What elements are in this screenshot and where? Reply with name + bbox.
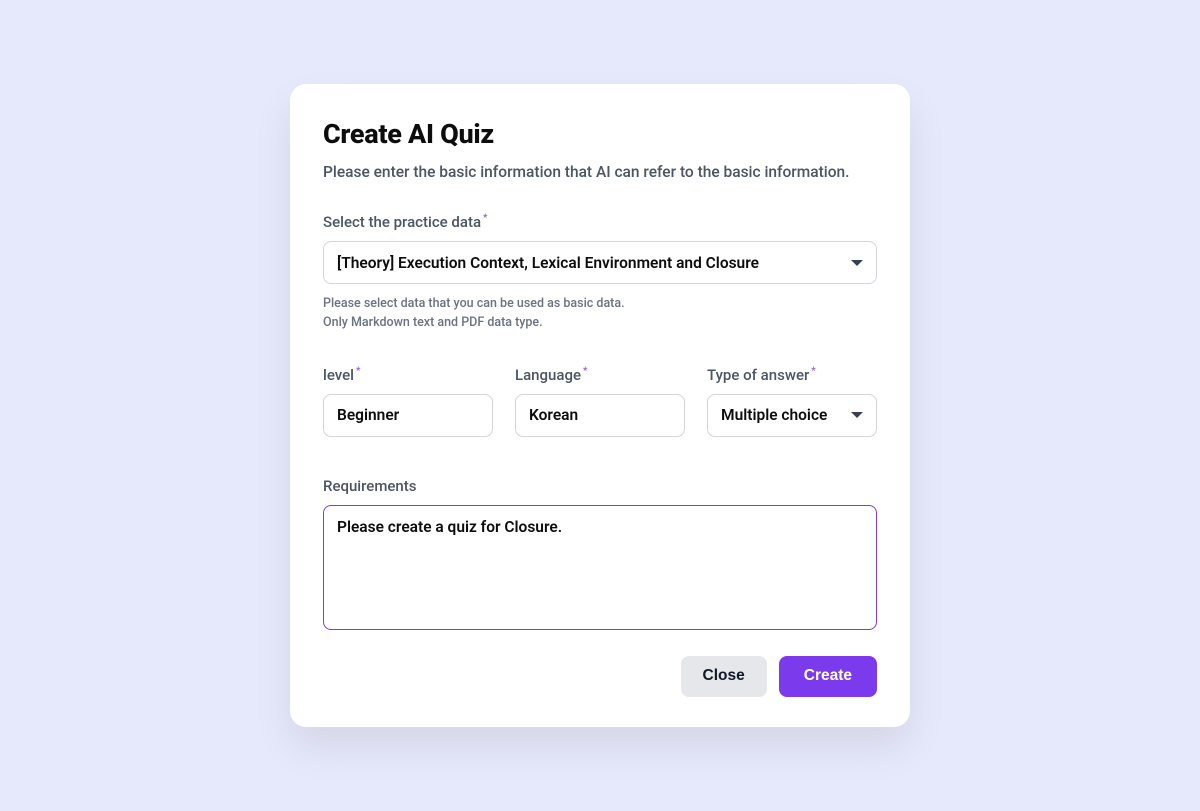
answer-type-field-group: Type of answer* Multiple choice [707, 366, 877, 437]
language-select[interactable]: Korean [515, 394, 685, 437]
chevron-down-icon [851, 260, 863, 266]
required-mark: * [356, 366, 360, 377]
help-line: Only Markdown text and PDF data type. [323, 314, 877, 332]
language-label: Language* [515, 366, 685, 384]
requirements-field-group: Requirements [323, 477, 877, 634]
answer-type-label: Type of answer* [707, 366, 877, 384]
options-row: level* Beginner Language* Korean Type of… [323, 366, 877, 437]
create-quiz-modal: Create AI Quiz Please enter the basic in… [290, 84, 910, 726]
language-label-text: Language [515, 366, 581, 384]
practice-data-field-group: Select the practice data* [Theory] Execu… [323, 213, 877, 331]
level-label-text: level [323, 366, 354, 384]
modal-title: Create AI Quiz [323, 118, 877, 150]
chevron-down-icon [851, 412, 863, 418]
practice-data-label-text: Select the practice data [323, 213, 481, 231]
required-mark: * [583, 366, 587, 377]
practice-data-select-value: [Theory] Execution Context, Lexical Envi… [323, 241, 877, 284]
modal-subtitle: Please enter the basic information that … [323, 163, 877, 181]
create-button[interactable]: Create [779, 656, 877, 697]
required-mark: * [483, 213, 487, 224]
practice-data-help: Please select data that you can be used … [323, 295, 877, 331]
level-field-group: level* Beginner [323, 366, 493, 437]
answer-type-select[interactable]: Multiple choice [707, 394, 877, 437]
answer-type-label-text: Type of answer [707, 366, 809, 384]
practice-data-select[interactable]: [Theory] Execution Context, Lexical Envi… [323, 241, 877, 284]
language-field-group: Language* Korean [515, 366, 685, 437]
level-select-value: Beginner [323, 394, 493, 437]
requirements-label: Requirements [323, 477, 877, 495]
requirements-textarea[interactable] [323, 505, 877, 630]
level-label: level* [323, 366, 493, 384]
language-select-value: Korean [515, 394, 685, 437]
help-line: Please select data that you can be used … [323, 295, 877, 313]
practice-data-label: Select the practice data* [323, 213, 877, 231]
close-button[interactable]: Close [681, 656, 767, 697]
modal-actions: Close Create [323, 656, 877, 697]
level-select[interactable]: Beginner [323, 394, 493, 437]
required-mark: * [811, 366, 815, 377]
